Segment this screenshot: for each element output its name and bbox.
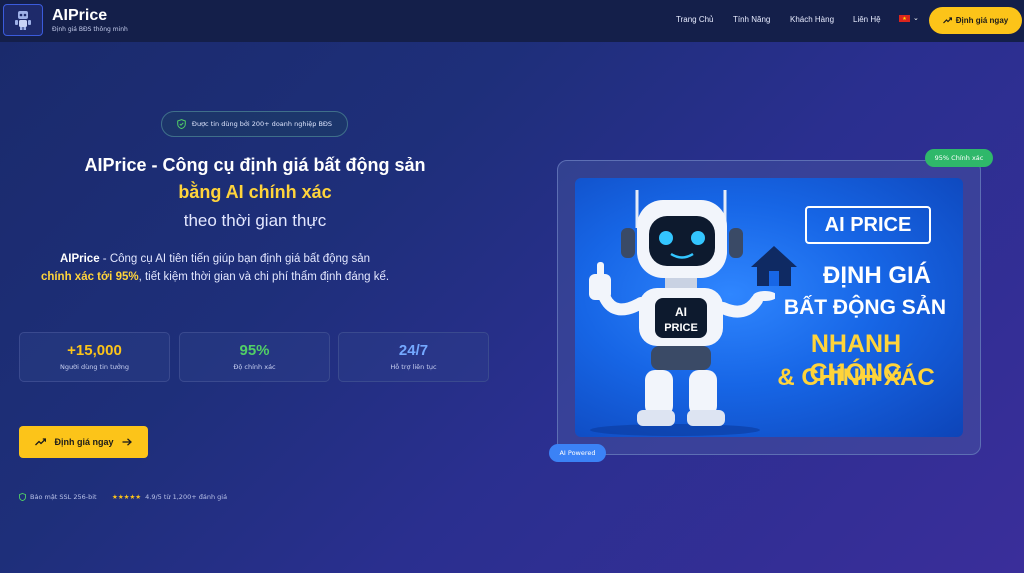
brand-tagline: Định giá BĐS thông minh: [52, 26, 128, 33]
hero-poster-image: AI PRICE AI PRICE ĐỊNH GIÁ BẤT ĐỘNG SẢN …: [575, 178, 963, 437]
stat-accuracy-label: Độ chính xác: [233, 363, 276, 371]
hero-title-line3: theo thời gian thực: [183, 211, 327, 230]
poster-title: AI PRICE: [805, 206, 931, 244]
stat-users-label: Người dùng tin tưởng: [60, 363, 129, 371]
security-note: Bảo mật SSL 256-bit: [19, 493, 97, 501]
header-cta-button[interactable]: Định giá ngay: [929, 7, 1022, 34]
trust-text: Được tin dùng bởi 200+ doanh nghiệp BĐS: [191, 120, 333, 128]
top-nav-bar: AIPrice Định giá BĐS thông minh Trang Ch…: [0, 0, 1024, 42]
hero-title-line1: AIPrice - Công cụ định giá bất động sản: [84, 155, 426, 175]
poster-line1: ĐỊNH GIÁ: [823, 262, 931, 289]
nav-contact[interactable]: Liên Hệ: [853, 15, 881, 24]
trending-up-icon: [35, 438, 47, 446]
chevron-down-icon[interactable]: ⌄: [913, 14, 919, 22]
accuracy-badge: 95% Chính xác: [925, 149, 993, 167]
trust-badge: Được tin dùng bởi 200+ doanh nghiệp BĐS: [161, 111, 348, 137]
rating-stars-icon: ★★★★★: [112, 493, 142, 501]
arrow-right-icon: [122, 438, 132, 446]
desc-brand: AIPrice: [59, 253, 100, 265]
vietnam-flag-icon[interactable]: ★: [899, 15, 910, 22]
nav-features[interactable]: Tính Năng: [733, 15, 770, 24]
robot-chest-line2: PRICE: [664, 322, 698, 334]
desc-part2: , tiết kiệm thời gian và chi phí thẩm đị…: [138, 271, 390, 283]
stat-support-label: Hỗ trợ liên tục: [390, 363, 437, 371]
hero-cta-label: Định giá ngay: [54, 437, 114, 447]
poster-line2: BẤT ĐỘNG SẢN: [783, 296, 947, 319]
ai-powered-badge: AI Powered: [549, 444, 606, 462]
stat-support: 24/7 Hỗ trợ liên tục: [338, 332, 489, 382]
shield-icon: [19, 493, 26, 501]
desc-highlight: chính xác tới 95%: [40, 271, 139, 283]
hero-cta-button[interactable]: Định giá ngay: [19, 426, 148, 458]
stat-users: +15,000 Người dùng tin tưởng: [19, 332, 170, 382]
hero-description: AIPrice - Công cụ AI tiên tiến giúp bạn …: [20, 250, 410, 286]
security-text: Bảo mật SSL 256-bit: [30, 493, 97, 501]
header-cta-label: Định giá ngay: [955, 16, 1009, 25]
stat-support-value: 24/7: [398, 342, 429, 359]
rating-text: 4.9/5 từ 1,200+ đánh giá: [145, 493, 228, 501]
robot-illustration: AI PRICE: [589, 190, 775, 436]
stat-accuracy-value: 95%: [239, 342, 270, 359]
house-icon: [751, 246, 797, 286]
nav-home[interactable]: Trang Chủ: [676, 15, 714, 24]
brand-name[interactable]: AIPrice: [52, 7, 107, 25]
shield-check-icon: [177, 119, 186, 129]
hero-title-line2: bằng AI chính xác: [178, 182, 332, 202]
logo-robot-icon[interactable]: [3, 4, 43, 36]
stat-users-value: +15,000: [67, 342, 122, 359]
rating-note: ★★★★★ 4.9/5 từ 1,200+ đánh giá: [112, 493, 227, 501]
desc-part1: - Công cụ AI tiên tiến giúp bạn định giá…: [99, 253, 371, 265]
stat-accuracy: 95% Độ chính xác: [179, 332, 330, 382]
trending-up-icon: [942, 17, 952, 24]
poster-line4: & CHÍNH XÁC: [777, 364, 935, 391]
robot-chest-line1: AI: [675, 305, 687, 319]
nav-customers[interactable]: Khách Hàng: [790, 15, 834, 24]
